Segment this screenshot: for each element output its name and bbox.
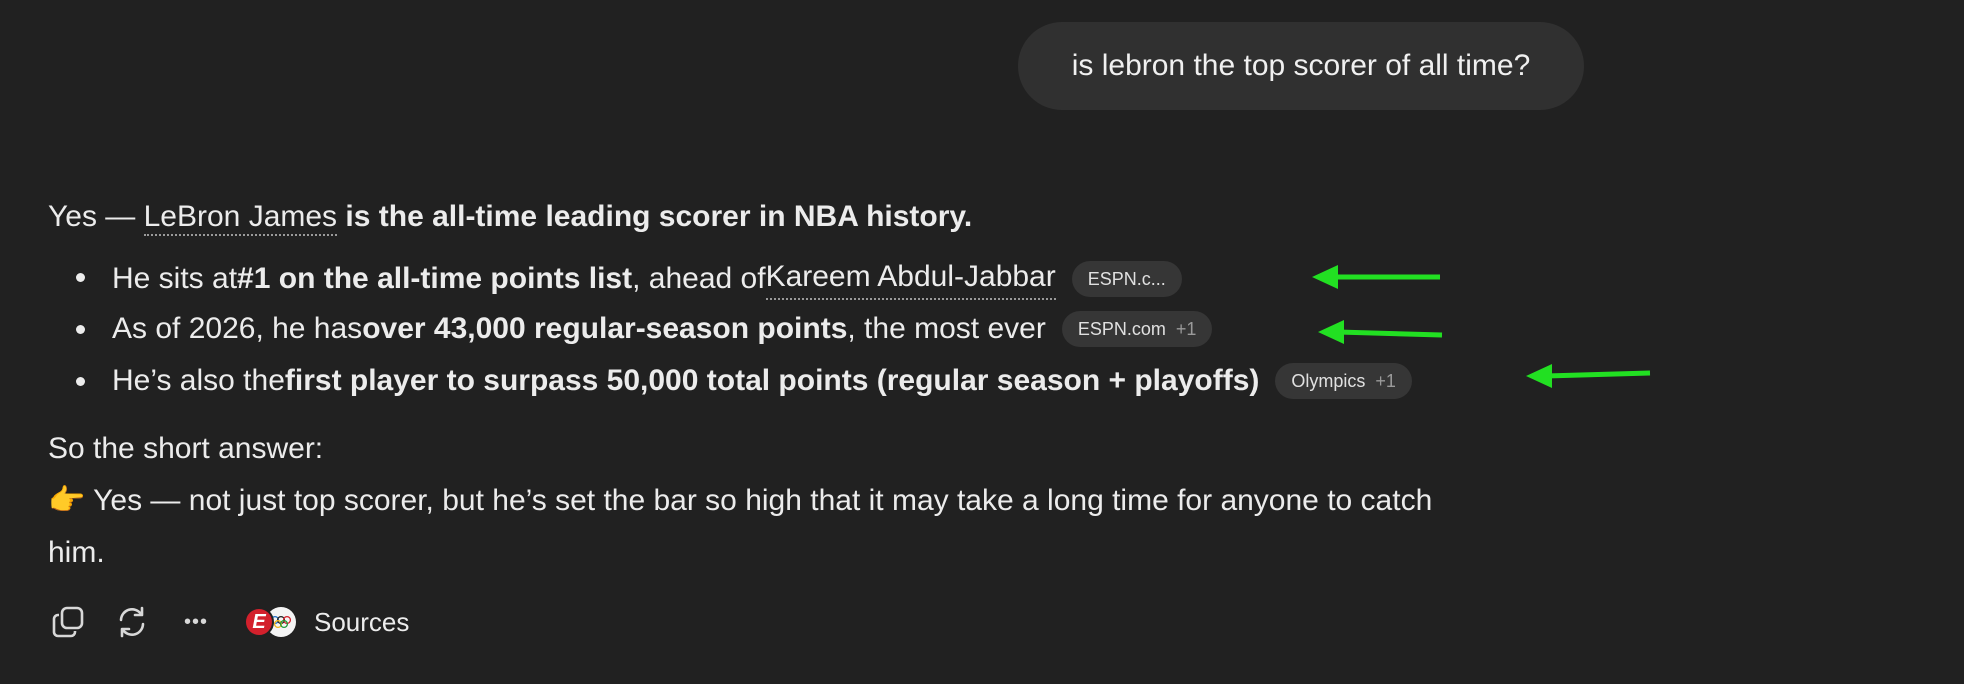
citation-chip-espn[interactable]: ESPN.c...	[1071, 260, 1182, 297]
message-action-toolbar: ••• E Sources	[48, 602, 409, 642]
conclusion-line-continued: him.	[48, 536, 105, 569]
more-icon[interactable]: •••	[176, 602, 216, 642]
regenerate-icon[interactable]	[112, 602, 152, 642]
pointing-hand-icon: 👉	[48, 484, 86, 517]
user-message-text: is lebron the top scorer of all time?	[1071, 49, 1531, 82]
bullet-marker	[76, 377, 85, 386]
bullet-marker	[76, 325, 85, 334]
annotation-arrow-icon	[1318, 320, 1443, 344]
short-answer-label: So the short answer:	[48, 432, 324, 465]
bullet-item: He’s also the first player to surpass 50…	[112, 361, 1412, 401]
bullet-marker	[76, 273, 85, 282]
answer-intro: Yes — LeBron James is the all-time leadi…	[48, 197, 972, 237]
bullet-item: He sits at #1 on the all-time points lis…	[112, 257, 1182, 300]
bullet-item: As of 2026, he has over 43,000 regular-s…	[112, 309, 1213, 349]
sources-label: Sources	[314, 606, 410, 637]
sources-button[interactable]: E Sources	[244, 607, 409, 638]
annotation-arrow-icon	[1312, 265, 1440, 289]
copy-icon[interactable]	[48, 602, 88, 642]
citation-chip-olympics[interactable]: Olympics +1	[1275, 363, 1412, 399]
espn-logo: E	[244, 607, 274, 637]
conclusion-line: 👉 Yes — not just top scorer, but he’s se…	[48, 484, 1433, 517]
annotation-arrow-icon	[1526, 364, 1651, 388]
entity-link-lebron-james[interactable]: LeBron James	[143, 200, 338, 236]
citation-chip-espn-com[interactable]: ESPN.com +1	[1061, 311, 1213, 347]
user-message-bubble: is lebron the top scorer of all time?	[1018, 22, 1584, 110]
entity-link-kareem-abdul-jabbar[interactable]: Kareem Abdul-Jabbar	[765, 257, 1056, 300]
